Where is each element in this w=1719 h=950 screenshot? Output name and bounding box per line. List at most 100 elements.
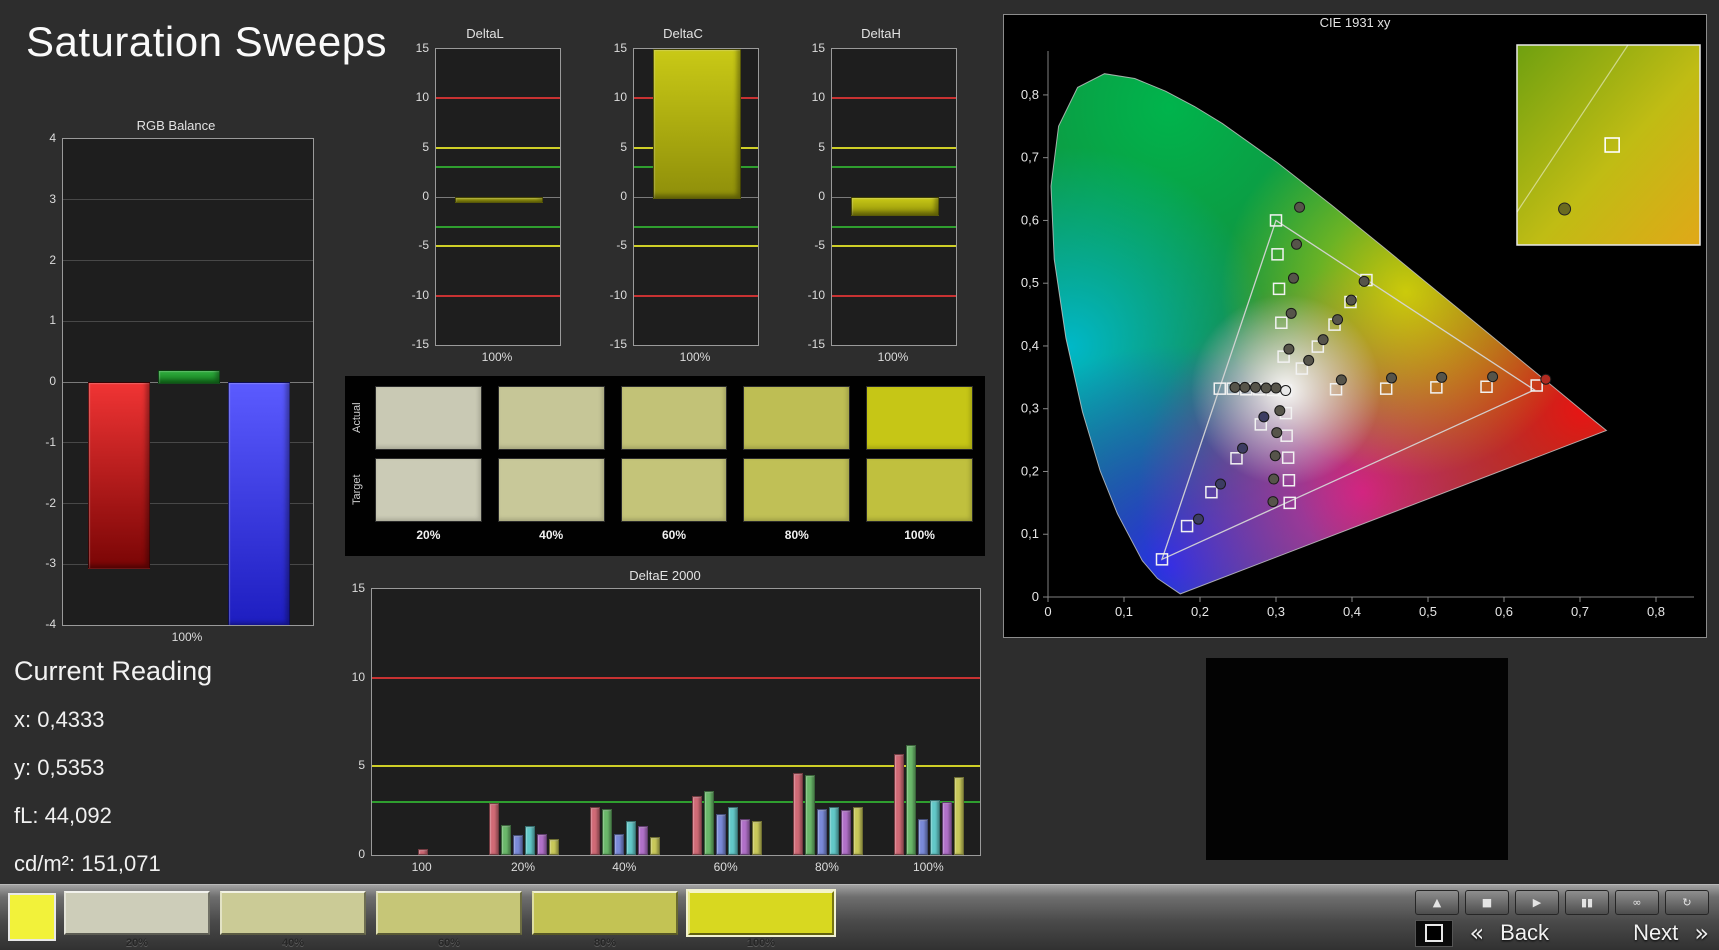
actual-target-swatch-panel: Actual Target 20%40%60%80%100%	[345, 376, 985, 556]
blabel: 40%	[220, 937, 366, 949]
loop-button[interactable]: ∞	[1615, 890, 1659, 915]
debar	[906, 745, 916, 855]
pattern-preview-window	[1206, 658, 1508, 860]
debar	[602, 809, 612, 855]
delta-l-y-axis: 151050-5-10-15	[409, 48, 433, 344]
deg	[777, 589, 878, 855]
cie-measured-point	[1292, 239, 1302, 249]
ytick: 0	[49, 374, 56, 388]
display-window-icon	[1425, 924, 1443, 942]
debars	[793, 589, 863, 855]
sw	[621, 386, 728, 450]
deg	[575, 589, 676, 855]
gridline	[63, 260, 313, 261]
cie-title: CIE 1931 xy	[1004, 15, 1706, 30]
stop-button[interactable]: ■	[1465, 890, 1509, 915]
pattern-swatch-60%[interactable]: 60%	[376, 891, 522, 949]
ytick: -3	[45, 556, 56, 570]
ytick: 1	[49, 313, 56, 327]
debar	[525, 826, 535, 855]
ytick: -15	[412, 337, 429, 351]
debar	[817, 809, 827, 855]
back-arrow-button[interactable]: «	[1469, 919, 1484, 947]
next-button[interactable]: Next	[1633, 920, 1678, 946]
ytick: -4	[45, 617, 56, 631]
ytick: 15	[416, 41, 429, 55]
cie-measured-point	[1216, 479, 1226, 489]
ytick: -10	[808, 288, 825, 302]
tile	[688, 891, 834, 935]
rgb-balance-title: RGB Balance	[36, 118, 316, 133]
current-reading: Current Reading x: 0,4333 y: 0,5353 fL: …	[14, 656, 212, 899]
debar	[590, 807, 600, 855]
ytick: 3	[49, 192, 56, 206]
up-button[interactable]: ▲	[1415, 890, 1459, 915]
refline	[832, 97, 956, 99]
tile	[64, 891, 210, 935]
debars	[489, 589, 559, 855]
delta-e-x-axis: 10020%40%60%80%100%	[371, 860, 979, 874]
ytick: 5	[818, 140, 825, 154]
debar	[793, 773, 803, 855]
refresh-button[interactable]: ↻	[1665, 890, 1709, 915]
de-xlabel: 20%	[472, 860, 573, 874]
refline	[832, 245, 956, 247]
vbar	[851, 197, 940, 216]
cie-inset-zoom	[1517, 45, 1700, 245]
page-title: Saturation Sweeps	[26, 18, 387, 66]
ytick: 0	[818, 189, 825, 203]
cie-y-tick-label: 0	[1032, 589, 1039, 604]
ytick: 0	[620, 189, 627, 203]
cie-measured-point	[1240, 382, 1250, 392]
cie-x-tick-label: 0,6	[1495, 604, 1513, 619]
debar	[704, 791, 714, 855]
debar	[650, 837, 660, 855]
pause-button[interactable]: ▮▮	[1565, 890, 1609, 915]
sw	[743, 386, 850, 450]
pattern-swatch-100%[interactable]: 100%	[688, 891, 834, 949]
target-row-label: Target	[351, 458, 365, 522]
pattern-swatch-80%[interactable]: 80%	[532, 891, 678, 949]
debars	[418, 589, 428, 855]
actual-swatch-row	[375, 386, 973, 450]
cie-measured-point	[1230, 382, 1240, 392]
debar	[549, 839, 559, 855]
ytick: -2	[45, 496, 56, 510]
de-xlabel: 60%	[675, 860, 776, 874]
next-arrow-button[interactable]: »	[1694, 919, 1709, 947]
cie-y-tick-label: 0,1	[1021, 526, 1039, 541]
cie-y-tick-label: 0,3	[1021, 401, 1039, 416]
pattern-swatch-strip: 20% 40% 60%80%100%	[64, 891, 834, 949]
delta-h-plot	[831, 48, 957, 346]
blabel: 20%	[64, 937, 210, 949]
delta-c-x-label: 100%	[633, 350, 757, 364]
ytick: -1	[45, 435, 56, 449]
cie-y-tick-label: 0,4	[1021, 338, 1039, 353]
delta-c-y-axis: 151050-5-10-15	[607, 48, 631, 344]
debar	[752, 821, 762, 855]
cie-measured-point	[1304, 355, 1314, 365]
display-window-button[interactable]	[1415, 920, 1453, 947]
vbar	[88, 382, 150, 569]
debar	[537, 834, 547, 856]
cie-measured-point	[1387, 373, 1397, 383]
cie-measured-point	[1259, 412, 1269, 422]
cie-measured-point	[1336, 375, 1346, 385]
de-xlabel: 100	[371, 860, 472, 874]
sw-col-label: 60%	[621, 528, 728, 542]
cie-measured-point	[1275, 406, 1285, 416]
play-button[interactable]: ▶	[1515, 890, 1559, 915]
target-swatch-row	[375, 458, 973, 522]
cie-measured-point	[1488, 372, 1498, 382]
cie-measured-point	[1281, 386, 1291, 396]
debar	[894, 754, 904, 855]
sw-col-label: 40%	[498, 528, 605, 542]
pattern-swatch-20%[interactable]: 20%	[64, 891, 210, 949]
back-button[interactable]: Back	[1500, 920, 1549, 946]
debar	[716, 814, 726, 855]
pattern-swatch-40%[interactable]: 40%	[220, 891, 366, 949]
refline	[436, 295, 560, 297]
saturation-column-labels: 20%40%60%80%100%	[375, 528, 973, 542]
delta-h-chart: DeltaH 151050-5-10-15 100%	[805, 26, 957, 386]
cie-y-tick-label: 0,6	[1021, 212, 1039, 227]
